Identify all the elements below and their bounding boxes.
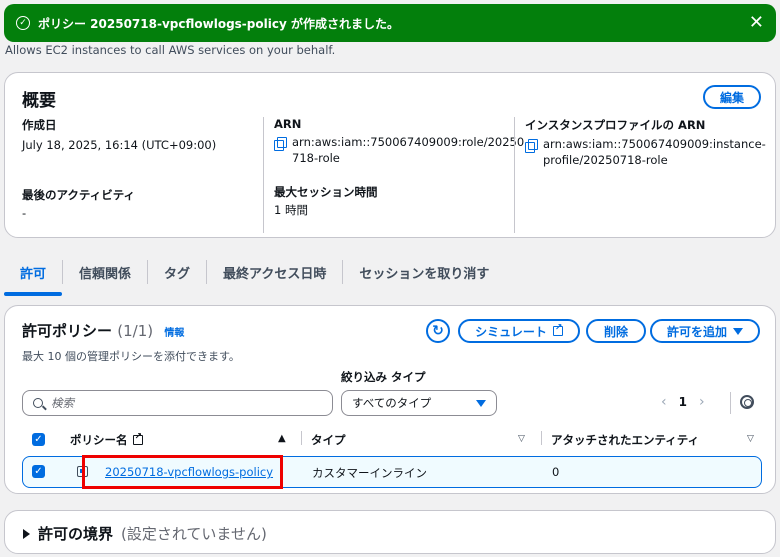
search-icon bbox=[33, 398, 43, 408]
delete-button[interactable]: 削除 bbox=[586, 319, 646, 343]
col-attached-entities[interactable]: アタッチされたエンティティ bbox=[540, 431, 699, 448]
created-value: July 18, 2025, 16:14 (UTC+09:00) bbox=[22, 138, 217, 152]
table-header: ✓ ポリシー名 ▲ タイプ ▽ アタッチされたエンティティ ▽ bbox=[22, 427, 762, 451]
caret-right-icon bbox=[23, 528, 30, 539]
last-activity-label: 最後のアクティビティ bbox=[22, 188, 136, 202]
sort-icon[interactable]: ▽ bbox=[747, 434, 754, 444]
arn-value-line-1: arn:aws:iam::750067409009:role/20250 bbox=[292, 135, 525, 149]
summary-column-2: ARN arn:aws:iam::750067409009:role/20250… bbox=[263, 117, 524, 233]
col-policy-name[interactable]: ポリシー名 bbox=[70, 432, 143, 448]
boundary-status: (設定されていません) bbox=[121, 525, 267, 543]
permissions-boundary-panel[interactable]: 許可の境界 (設定されていません) bbox=[4, 510, 776, 554]
sort-icon[interactable]: ▽ bbox=[518, 434, 525, 444]
success-flashbar: ✓ ポリシー 20250718-vpcflowlogs-policy が作成され… bbox=[4, 4, 776, 42]
refresh-icon: ↻ bbox=[432, 323, 444, 339]
policy-count: (1/1) bbox=[117, 322, 154, 340]
current-page[interactable]: 1 bbox=[679, 395, 687, 409]
boundary-title: 許可の境界 bbox=[38, 525, 114, 543]
close-icon[interactable]: ✕ bbox=[749, 14, 764, 32]
created-label: 作成日 bbox=[22, 118, 57, 132]
tab-revoke-sessions[interactable]: セッションを取り消す bbox=[342, 260, 505, 284]
divider bbox=[730, 392, 731, 414]
simulate-button[interactable]: シミュレート bbox=[458, 319, 580, 343]
summary-column-1: 作成日 July 18, 2025, 16:14 (UTC+09:00) 最後の… bbox=[22, 117, 262, 233]
filter-type-label: 絞り込み タイプ bbox=[341, 370, 426, 384]
role-tabs: 許可 信頼関係 タグ 最終アクセス日時 セッションを取り消す bbox=[4, 252, 776, 296]
external-link-icon bbox=[132, 432, 143, 445]
summary-title: 概要 bbox=[22, 91, 56, 111]
profile-arn-line-2: profile/20250718-role bbox=[543, 153, 668, 167]
row-checkbox[interactable]: ✓ bbox=[32, 465, 45, 478]
profile-arn-label: インスタンスプロファイルの ARN bbox=[525, 118, 706, 132]
last-activity-value: - bbox=[22, 206, 27, 220]
external-link-icon bbox=[552, 323, 563, 336]
highlight-box bbox=[82, 455, 283, 489]
col-policy-name-label: ポリシー名 bbox=[70, 433, 128, 447]
role-description: Allows EC2 instances to call AWS service… bbox=[5, 43, 336, 57]
add-permissions-button[interactable]: 許可を追加 bbox=[650, 319, 760, 343]
chevron-right-icon[interactable]: › bbox=[699, 394, 705, 410]
permissions-subtitle: 最大 10 個の管理ポリシーを添付できます。 bbox=[22, 350, 240, 363]
permissions-title: 許可ポリシー (1/1) 情報 bbox=[22, 320, 184, 341]
simulate-label: シミュレート bbox=[475, 324, 547, 339]
flash-message: ポリシー 20250718-vpcflowlogs-policy が作成されまし… bbox=[38, 16, 399, 31]
profile-arn-line-1: arn:aws:iam::750067409009:instance- bbox=[543, 137, 766, 151]
col-type[interactable]: タイプ bbox=[301, 431, 346, 448]
tab-last-accessed[interactable]: 最終アクセス日時 bbox=[206, 260, 342, 284]
max-session-value: 1 時間 bbox=[274, 203, 308, 217]
copy-icon[interactable] bbox=[525, 139, 538, 153]
tab-permissions[interactable]: 許可 bbox=[4, 260, 63, 296]
edit-button[interactable]: 編集 bbox=[703, 85, 761, 109]
sort-ascending-icon[interactable]: ▲ bbox=[278, 433, 286, 444]
gear-icon[interactable] bbox=[740, 395, 754, 409]
type-filter-value: すべてのタイプ bbox=[352, 396, 432, 410]
search-input[interactable]: 検索 bbox=[22, 390, 333, 416]
arn-label: ARN bbox=[274, 117, 302, 131]
max-session-label: 最大セッション時間 bbox=[274, 185, 378, 199]
caret-down-icon bbox=[733, 327, 743, 335]
search-placeholder: 検索 bbox=[51, 396, 74, 410]
info-link[interactable]: 情報 bbox=[164, 328, 184, 339]
pagination: ‹ 1 › bbox=[661, 394, 705, 410]
copy-icon[interactable] bbox=[274, 137, 287, 151]
type-filter-select[interactable]: すべてのタイプ bbox=[341, 390, 497, 416]
tab-trust-relationships[interactable]: 信頼関係 bbox=[62, 260, 147, 284]
attached-entities-count: 0 bbox=[552, 465, 560, 479]
success-check-icon: ✓ bbox=[16, 16, 30, 30]
refresh-button[interactable]: ↻ bbox=[426, 319, 450, 343]
policy-type: カスタマーインライン bbox=[312, 466, 427, 480]
caret-down-icon bbox=[476, 399, 486, 407]
chevron-left-icon[interactable]: ‹ bbox=[661, 394, 667, 410]
summary-panel: 概要 編集 作成日 July 18, 2025, 16:14 (UTC+09:0… bbox=[4, 72, 776, 238]
arn-value-line-2: 718-role bbox=[292, 151, 340, 165]
select-all-checkbox[interactable]: ✓ bbox=[32, 432, 45, 446]
summary-column-3: インスタンスプロファイルの ARN arn:aws:iam::750067409… bbox=[514, 117, 766, 233]
permissions-title-text: 許可ポリシー bbox=[22, 322, 113, 340]
add-permissions-label: 許可を追加 bbox=[666, 324, 727, 339]
tab-tags[interactable]: タグ bbox=[147, 260, 206, 284]
